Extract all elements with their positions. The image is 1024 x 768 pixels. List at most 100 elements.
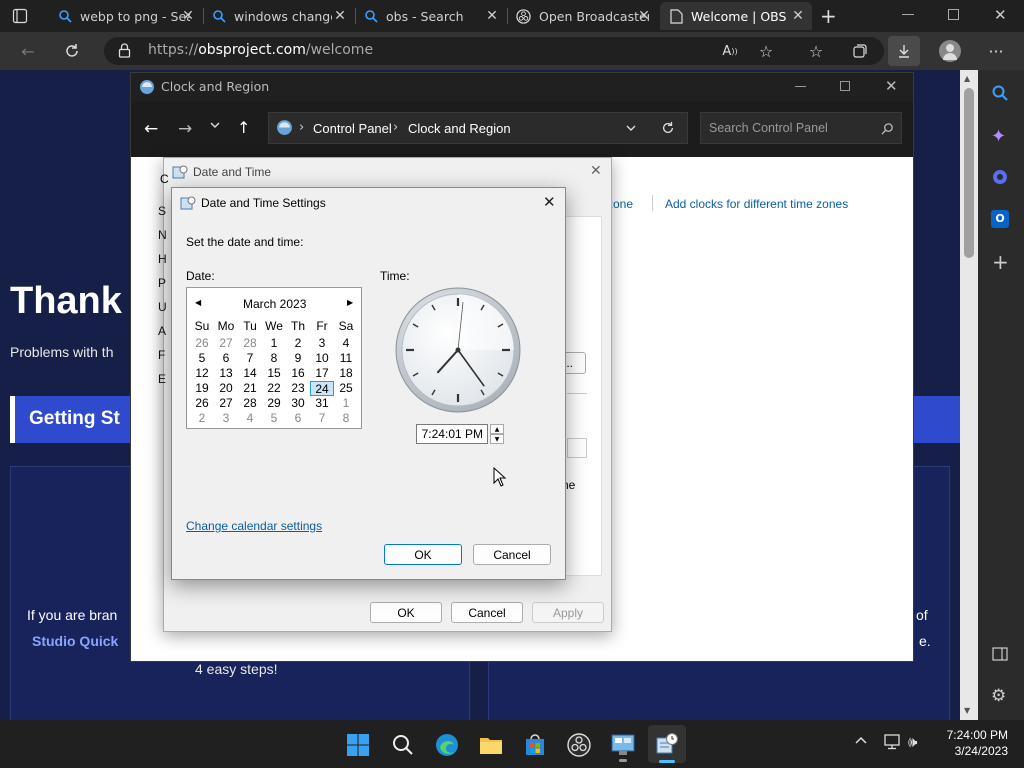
scroll-down-icon[interactable]: ▼ [964,706,970,715]
calendar-day[interactable]: 25 [334,381,358,396]
breadcrumb[interactable]: › Control Panel › Clock and Region [268,112,688,144]
calendar-day[interactable]: 8 [334,411,358,426]
change-calendar-settings-link[interactable]: Change calendar settings [186,519,322,533]
add-clocks-link[interactable]: Add clocks for different time zones [665,197,848,211]
close-tab-icon[interactable]: ✕ [636,8,652,24]
system-clock[interactable]: 7:24:00 PM 3/24/2023 [930,727,1008,759]
close-tab-icon[interactable]: ✕ [484,8,500,24]
gear-icon[interactable]: ⚙ [991,686,1006,706]
calendar-day[interactable]: 11 [334,351,358,366]
refresh-icon[interactable] [661,121,675,135]
calendar-day[interactable]: 2 [190,411,214,426]
close-window-icon[interactable]: ✕ [994,6,1007,24]
search-icon[interactable] [991,84,1009,102]
recent-locations-icon[interactable] [210,121,220,129]
back-icon[interactable]: ← [14,37,42,65]
calendar-day[interactable]: 28 [238,396,262,411]
search-icon[interactable] [386,728,420,762]
calendar-day[interactable]: 27 [214,396,238,411]
close-tab-icon[interactable]: ✕ [332,8,348,24]
date-time-app-icon[interactable] [648,725,686,763]
obs-studio-icon[interactable] [562,728,596,762]
restore-icon[interactable] [948,9,959,20]
calendar-day[interactable]: 15 [262,366,286,381]
calendar-day[interactable]: 6 [286,411,310,426]
calendar-day[interactable]: 9 [286,351,310,366]
copilot-icon[interactable]: ✦ [991,126,1006,147]
scroll-up-icon[interactable]: ▲ [964,74,970,83]
split-screen-icon[interactable] [992,647,1008,661]
lock-icon[interactable] [118,43,131,58]
calendar-day[interactable]: 16 [286,366,310,381]
ok-button[interactable]: OK [384,544,462,565]
minimize-icon[interactable] [902,14,914,15]
time-down-button[interactable]: ▼ [490,434,504,444]
cancel-button[interactable]: Cancel [473,544,551,565]
calendar-day[interactable]: 20 [214,381,238,396]
calendar-day[interactable]: 21 [238,381,262,396]
calendar-day[interactable]: 26 [190,336,214,351]
calendar-day[interactable]: 2 [286,336,310,351]
close-icon[interactable]: ✕ [543,193,556,211]
control-panel-icon[interactable] [606,728,640,762]
calendar-day[interactable]: 22 [262,381,286,396]
add-favorite-icon[interactable]: ☆ [752,37,780,65]
search-icon[interactable] [881,122,894,135]
tab-actions-icon[interactable] [12,8,28,24]
calendar-day[interactable]: 19 [190,381,214,396]
apply-button[interactable]: Apply [532,602,604,623]
calendar-day[interactable]: 3 [310,336,334,351]
cancel-button[interactable]: Cancel [451,602,523,623]
calendar-day[interactable]: 4 [334,336,358,351]
calendar-day[interactable]: 31 [310,396,334,411]
file-explorer-icon[interactable] [474,728,508,762]
calendar-day[interactable]: 27 [214,336,238,351]
search-control-panel-input[interactable]: Search Control Panel [700,112,902,144]
up-icon[interactable]: ↑ [237,118,250,137]
calendar-month-title[interactable]: March 2023 [243,297,306,311]
calendar-day[interactable]: 12 [190,366,214,381]
close-window-icon[interactable]: ✕ [885,77,898,95]
calendar-day[interactable]: 1 [334,396,358,411]
forward-icon[interactable]: → [178,119,192,139]
calendar-day[interactable]: 13 [214,366,238,381]
calendar-day[interactable]: 28 [238,336,262,351]
calendar-day[interactable]: 26 [190,396,214,411]
close-icon[interactable]: ✕ [590,163,602,179]
profile-avatar[interactable] [939,40,961,62]
read-aloud-icon[interactable]: A)) [716,37,744,65]
shopping-icon[interactable] [991,168,1009,186]
breadcrumb-clock-region[interactable]: Clock and Region [408,121,511,136]
maximize-icon[interactable] [840,81,850,91]
calendar-day[interactable]: 5 [262,411,286,426]
calendar-day[interactable]: 7 [310,411,334,426]
month-calendar[interactable]: ◀ March 2023 ▶ Su Mo Tu We Th Fr Sa 26 27 28 1 2 3 4… [186,287,362,429]
calendar-day[interactable]: 23 [286,381,310,396]
chevron-up-icon[interactable] [855,736,867,744]
calendar-day[interactable]: 8 [262,351,286,366]
calendar-day[interactable]: 3 [214,411,238,426]
calendar-day[interactable]: 6 [214,351,238,366]
calendar-day[interactable]: 7 [238,351,262,366]
time-up-button[interactable]: ▲ [490,424,504,434]
settings-more-icon[interactable]: ··· [982,37,1010,65]
downloads-icon[interactable] [888,36,920,66]
back-icon[interactable]: ← [144,119,158,139]
microsoft-store-icon[interactable] [518,728,552,762]
start-icon[interactable] [341,728,375,762]
page-scrollbar[interactable]: ▲ ▼ [960,70,978,720]
scrollbar-thumb[interactable] [964,88,974,258]
calendar-day[interactable]: 4 [238,411,262,426]
time-input[interactable]: 7:24:01 PM [416,424,488,444]
network-icon[interactable] [884,734,902,750]
collections-icon[interactable] [846,37,874,65]
calendar-day[interactable]: 29 [262,396,286,411]
add-sidebar-icon[interactable]: + [992,250,1009,274]
calendar-day[interactable]: 10 [310,351,334,366]
calendar-day[interactable]: 17 [310,366,334,381]
calendar-day[interactable]: 30 [286,396,310,411]
outlook-icon[interactable]: O [991,210,1009,228]
tab-obs-search[interactable]: obs - Search ✕ [358,2,506,30]
new-tab-icon[interactable]: + [820,6,837,26]
calendar-day[interactable]: 5 [190,351,214,366]
